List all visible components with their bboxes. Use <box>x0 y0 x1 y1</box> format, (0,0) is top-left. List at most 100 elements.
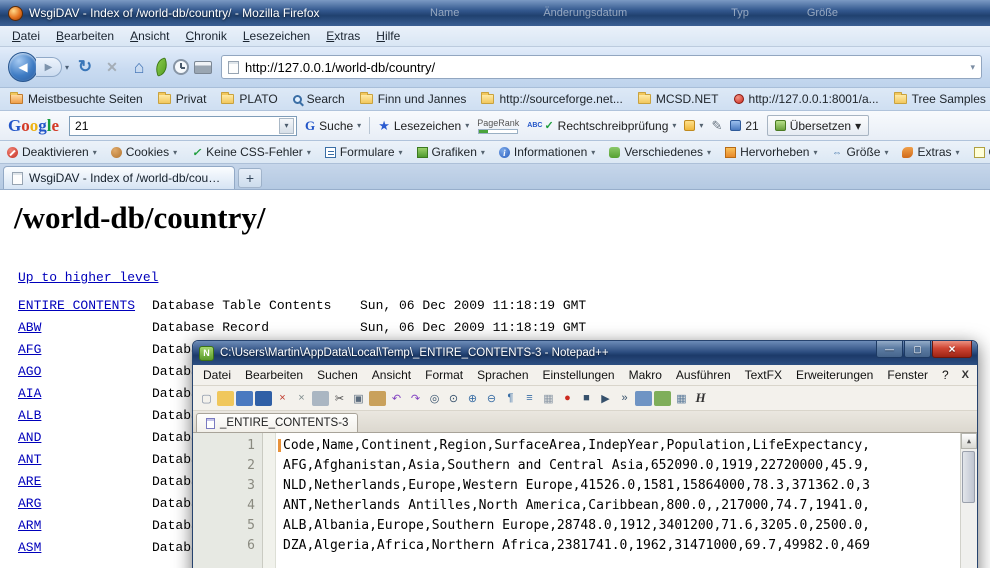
webdev-item[interactable]: Informationen <box>499 145 595 159</box>
undo-icon[interactable]: ↶ <box>388 391 405 406</box>
bookmark-item[interactable]: Finn und Jannes <box>360 92 467 106</box>
webdev-item[interactable]: Größe <box>831 145 888 159</box>
entry-link[interactable]: AIA <box>18 386 152 401</box>
notepad-menu-item[interactable]: Datei <box>196 368 238 382</box>
notepad-menu-item[interactable]: Format <box>418 368 470 382</box>
zoom-in-icon[interactable]: ⊕ <box>464 391 481 406</box>
scrollbar-track[interactable] <box>961 449 977 568</box>
stop-macro-icon[interactable]: ■ <box>578 391 595 406</box>
back-button[interactable]: ◀ <box>8 52 38 82</box>
maximize-button[interactable]: ▢ <box>904 341 931 358</box>
vertical-scrollbar[interactable]: ▲ ▼ <box>960 433 977 568</box>
code-area[interactable]: Code,Name,Continent,Region,SurfaceArea,I… <box>276 433 960 568</box>
forward-button[interactable]: ▶ <box>36 57 62 77</box>
redo-icon[interactable]: ↷ <box>407 391 424 406</box>
entry-link[interactable]: ARM <box>18 518 152 533</box>
scroll-up-button[interactable]: ▲ <box>961 433 977 449</box>
entry-link[interactable]: ARE <box>18 474 152 489</box>
notepad-menu-item[interactable]: Suchen <box>310 368 365 382</box>
pagerank-widget[interactable]: PageRank <box>477 118 519 134</box>
google-search-input[interactable]: 21 ▾ <box>69 116 297 136</box>
replace-icon[interactable]: ⊙ <box>445 391 462 406</box>
bookmark-item[interactable]: http://127.0.0.1:8001/a... <box>734 92 879 106</box>
notepad-menu-item[interactable]: Ansicht <box>365 368 418 382</box>
up-link[interactable]: Up to higher level <box>18 270 158 285</box>
webdev-item[interactable]: Hervorheben <box>725 145 817 159</box>
menu-item[interactable]: Chronik <box>177 27 234 45</box>
feather-extension-icon[interactable] <box>153 57 170 76</box>
bookmark-item[interactable]: PLATO <box>221 92 277 106</box>
url-dropdown-icon[interactable]: ▾ <box>970 62 975 73</box>
notepad-titlebar[interactable]: N C:\Users\Martin\AppData\Local\Temp\_EN… <box>193 341 977 365</box>
close-button[interactable]: × <box>932 341 972 358</box>
firefox-titlebar[interactable]: WsgiDAV - Index of /world-db/country/ - … <box>0 0 990 26</box>
notepad-menu-item[interactable]: Fenster <box>880 368 935 382</box>
print-button[interactable] <box>194 61 212 74</box>
print-icon[interactable] <box>312 391 329 406</box>
run-multi-icon[interactable]: » <box>616 391 633 406</box>
scrollbar-thumb[interactable] <box>962 451 975 503</box>
bookmark-item[interactable]: Meistbesuchte Seiten <box>10 92 143 106</box>
close-all-icon[interactable]: × <box>293 391 310 406</box>
new-file-icon[interactable]: ▢ <box>198 391 215 406</box>
doc-monitor-icon[interactable] <box>654 391 671 406</box>
code-line[interactable]: Code,Name,Continent,Region,SurfaceArea,I… <box>283 436 960 456</box>
tab-wsgidav[interactable]: WsgiDAV - Index of /world-db/count... <box>3 166 235 189</box>
url-text[interactable]: http://127.0.0.1/world-db/country/ <box>245 60 435 75</box>
notepad-menu-item[interactable]: Erweiterungen <box>789 368 880 382</box>
bookmark-item[interactable]: Privat <box>158 92 207 106</box>
search-count-widget[interactable]: 21 <box>730 119 758 133</box>
menu-item[interactable]: Hilfe <box>368 27 408 45</box>
find-icon[interactable]: ◎ <box>426 391 443 406</box>
menu-item[interactable]: Extras <box>318 27 368 45</box>
menu-item[interactable]: Lesezeichen <box>235 27 318 45</box>
paste-icon[interactable] <box>369 391 386 406</box>
webdev-item[interactable]: Keine CSS-Fehler <box>191 145 311 159</box>
menu-item[interactable]: Ansicht <box>122 27 177 45</box>
zoom-out-icon[interactable]: ⊖ <box>483 391 500 406</box>
entry-link[interactable]: ABW <box>18 320 152 335</box>
reload-button[interactable]: ↻ <box>74 56 96 78</box>
record-macro-icon[interactable]: ● <box>559 391 576 406</box>
play-macro-icon[interactable]: ▶ <box>597 391 614 406</box>
show-symbols-icon[interactable]: ≡ <box>521 391 538 406</box>
entry-link[interactable]: ALB <box>18 408 152 423</box>
home-button[interactable]: ⌂ <box>128 56 150 78</box>
search-history-dropdown[interactable]: ▾ <box>279 118 294 134</box>
google-bookmarks-button[interactable]: ★ Lesezeichen ▾ <box>378 118 469 134</box>
notepad-window[interactable]: N C:\Users\Martin\AppData\Local\Temp\_EN… <box>192 340 978 568</box>
notepad-menu-item[interactable]: Einstellungen <box>536 368 622 382</box>
new-tab-button[interactable]: + <box>238 168 262 188</box>
code-line[interactable]: DZA,Algeria,Africa,Northern Africa,23817… <box>283 536 960 556</box>
bookmark-item[interactable]: MCSD.NET <box>638 92 719 106</box>
bookmark-item[interactable]: Tree Samples <box>894 92 986 106</box>
notepad-menu-item[interactable]: ? <box>935 368 956 382</box>
indent-guide-icon[interactable]: ▦ <box>540 391 557 406</box>
code-line[interactable]: AFG,Afghanistan,Asia,Southern and Centra… <box>283 456 960 476</box>
webdev-item[interactable]: Quelltext <box>974 145 990 159</box>
highlighter-pen-icon[interactable]: ✎ <box>711 118 722 134</box>
webdev-item[interactable]: Deaktivieren <box>7 145 97 159</box>
webdev-item[interactable]: Extras <box>902 145 959 159</box>
menu-item[interactable]: Bearbeiten <box>48 27 122 45</box>
code-line[interactable]: ALB,Albania,Europe,Southern Europe,28748… <box>283 516 960 536</box>
webdev-item[interactable]: Grafiken <box>417 145 485 159</box>
entry-link[interactable]: ANT <box>18 452 152 467</box>
menu-item[interactable]: Datei <box>4 27 48 45</box>
code-line[interactable]: NLD,Netherlands,Europe,Western Europe,41… <box>283 476 960 496</box>
view-grid-icon[interactable]: ▦ <box>673 391 690 406</box>
save-icon[interactable] <box>236 391 253 406</box>
cut-icon[interactable]: ✂ <box>331 391 348 406</box>
entry-link[interactable]: ASM <box>18 540 152 555</box>
entry-link[interactable]: AFG <box>18 342 152 357</box>
bookmark-item[interactable]: http://sourceforge.net... <box>481 92 622 106</box>
url-bar[interactable]: http://127.0.0.1/world-db/country/ ▾ <box>221 55 982 79</box>
autofill-button[interactable]: ▾ <box>684 120 703 131</box>
webdev-item[interactable]: Formulare <box>325 145 403 159</box>
stop-button[interactable]: ✕ <box>101 56 123 78</box>
copy-icon[interactable]: ▣ <box>350 391 367 406</box>
entry-link[interactable]: AGO <box>18 364 152 379</box>
textfx-icon[interactable]: H <box>692 391 709 406</box>
webdev-item[interactable]: Cookies <box>111 145 177 159</box>
editor-area[interactable]: 123456 Code,Name,Continent,Region,Surfac… <box>193 433 977 568</box>
